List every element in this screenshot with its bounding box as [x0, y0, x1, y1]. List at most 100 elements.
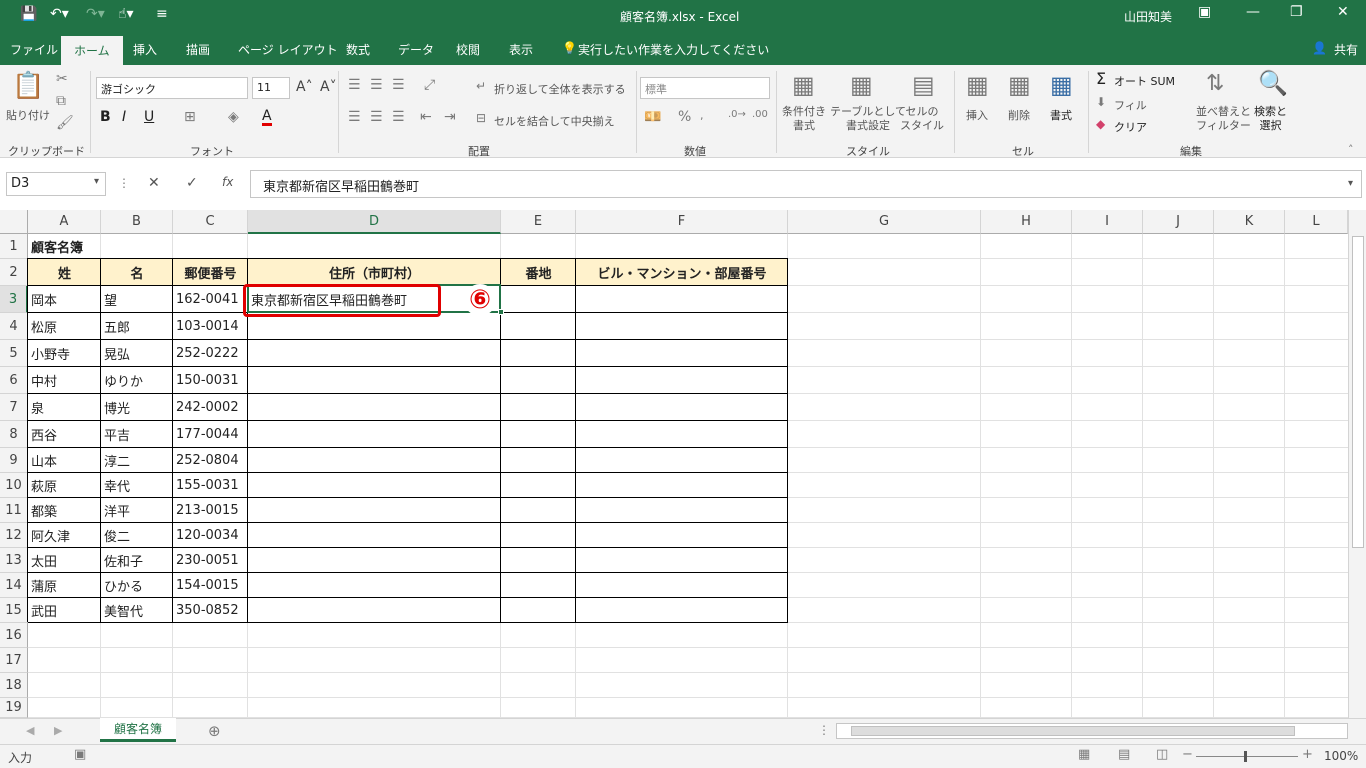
select-all-corner[interactable]	[0, 210, 28, 234]
table-cell[interactable]: 美智代	[101, 598, 173, 623]
table-cell[interactable]: 平吉	[101, 421, 173, 448]
sort-filter-icon[interactable]: ⇅	[1206, 71, 1224, 96]
table-cell[interactable]	[248, 523, 501, 548]
tab-formulas[interactable]: 数式	[346, 41, 370, 58]
name-box-dropdown-icon[interactable]: ▾	[94, 176, 99, 187]
clear-icon[interactable]: ◆	[1096, 117, 1105, 131]
formula-input[interactable]: 東京都新宿区早稲田鶴巻町	[250, 170, 1362, 198]
column-header-C[interactable]: C	[173, 210, 248, 234]
ribbon-display-icon[interactable]: ▣	[1198, 4, 1211, 20]
column-header-F[interactable]: F	[576, 210, 788, 234]
tab-draw[interactable]: 描画	[186, 41, 210, 58]
decrease-decimal-icon[interactable]: .00	[752, 109, 768, 120]
table-cell[interactable]	[576, 448, 788, 473]
fill-color-icon[interactable]: ◈	[228, 109, 239, 125]
accounting-icon[interactable]: 💴	[644, 109, 661, 125]
format-cells-button[interactable]: 書式	[1050, 107, 1072, 123]
table-header-cell[interactable]: ビル・マンション・部屋番号	[576, 259, 788, 286]
vertical-scroll-thumb[interactable]	[1352, 236, 1364, 548]
insert-cells-button[interactable]: 挿入	[966, 107, 988, 123]
tab-data[interactable]: データ	[398, 41, 434, 58]
tab-file[interactable]: ファイル	[10, 41, 58, 58]
table-cell[interactable]: 177-0044	[173, 421, 248, 448]
decrease-indent-icon[interactable]: ⇤	[420, 109, 432, 125]
merge-icon[interactable]: ⊟	[476, 111, 486, 125]
table-cell[interactable]: 252-0804	[173, 448, 248, 473]
normal-view-icon[interactable]: ▦	[1078, 747, 1090, 762]
row-header-5[interactable]: 5	[0, 340, 28, 367]
fill-button[interactable]: フィル	[1114, 97, 1147, 113]
table-header-cell[interactable]: 住所（市町村）	[248, 259, 501, 286]
format-table-button[interactable]: テーブルとして 書式設定	[830, 105, 906, 133]
cancel-icon[interactable]: ✕	[148, 175, 160, 191]
grow-font-icon[interactable]: A˄	[296, 79, 313, 95]
table-cell[interactable]: 蒲原	[28, 573, 101, 598]
cell-styles-icon[interactable]: ▤	[912, 71, 935, 99]
table-cell[interactable]: 150-0031	[173, 367, 248, 394]
sort-filter-button[interactable]: 並べ替えと フィルター	[1196, 105, 1251, 133]
table-header-cell[interactable]: 姓	[28, 259, 101, 286]
number-format-select[interactable]: 標準	[640, 77, 770, 99]
zoom-level[interactable]: 100%	[1324, 749, 1358, 763]
row-header-11[interactable]: 11	[0, 498, 28, 523]
orientation-icon[interactable]: ⤢	[424, 77, 435, 93]
table-cell[interactable]: 中村	[28, 367, 101, 394]
increase-decimal-icon[interactable]: .0→	[728, 109, 746, 120]
copy-icon[interactable]: ⧉	[56, 93, 66, 109]
sheet-title[interactable]: 顧客名簿	[28, 234, 178, 259]
percent-button[interactable]: %	[678, 109, 691, 125]
format-table-icon[interactable]: ▦	[850, 71, 873, 99]
conditional-format-button[interactable]: 条件付き 書式	[782, 105, 826, 133]
table-cell[interactable]: 五郎	[101, 313, 173, 340]
delete-cells-icon[interactable]: ▦	[1008, 71, 1031, 99]
close-icon[interactable]: ✕	[1337, 4, 1349, 20]
table-cell[interactable]: 淳二	[101, 448, 173, 473]
table-cell[interactable]	[501, 473, 576, 498]
table-cell[interactable]: 晃弘	[101, 340, 173, 367]
table-cell[interactable]: 154-0015	[173, 573, 248, 598]
touch-mode-icon[interactable]: ☝▾	[118, 6, 134, 22]
table-cell[interactable]: 小野寺	[28, 340, 101, 367]
table-cell[interactable]	[576, 421, 788, 448]
row-header-7[interactable]: 7	[0, 394, 28, 421]
table-cell[interactable]	[576, 473, 788, 498]
row-header-3[interactable]: 3	[0, 286, 28, 313]
align-top-icon[interactable]: ☰	[348, 77, 361, 93]
insert-function-button[interactable]: fx	[222, 175, 233, 189]
borders-icon[interactable]: ⊞	[184, 109, 196, 125]
table-cell[interactable]: 佐和子	[101, 548, 173, 573]
merge-center-button[interactable]: セルを結合して中央揃え	[494, 113, 615, 129]
table-cell[interactable]: 阿久津	[28, 523, 101, 548]
table-cell[interactable]	[576, 367, 788, 394]
table-cell[interactable]: 213-0015	[173, 498, 248, 523]
row-header-8[interactable]: 8	[0, 421, 28, 448]
table-cell[interactable]: 155-0031	[173, 473, 248, 498]
table-header-cell[interactable]: 郵便番号	[173, 259, 248, 286]
zoom-slider-thumb[interactable]	[1244, 751, 1247, 762]
table-cell[interactable]: 103-0014	[173, 313, 248, 340]
table-cell[interactable]	[248, 421, 501, 448]
table-cell[interactable]	[576, 548, 788, 573]
align-bottom-icon[interactable]: ☰	[392, 77, 405, 93]
tab-split-icon[interactable]: ⋮	[818, 723, 830, 737]
table-cell[interactable]: 幸代	[101, 473, 173, 498]
paste-icon[interactable]: 📋	[12, 71, 44, 101]
font-name-select[interactable]: 游ゴシック	[96, 77, 248, 99]
tab-home[interactable]: ホーム	[61, 36, 123, 65]
find-select-button[interactable]: 検索と 選択	[1254, 105, 1287, 133]
table-cell[interactable]: 350-0852	[173, 598, 248, 623]
table-cell[interactable]	[576, 573, 788, 598]
table-cell[interactable]: 洋平	[101, 498, 173, 523]
table-cell[interactable]	[248, 498, 501, 523]
fill-icon[interactable]: ⬇	[1096, 95, 1106, 109]
table-cell[interactable]	[501, 367, 576, 394]
conditional-format-icon[interactable]: ▦	[792, 71, 815, 99]
table-cell[interactable]: ゆりか	[101, 367, 173, 394]
table-cell[interactable]: 252-0222	[173, 340, 248, 367]
table-cell[interactable]	[576, 286, 788, 313]
column-header-B[interactable]: B	[101, 210, 173, 234]
next-sheet-icon[interactable]: ▶	[54, 724, 62, 737]
row-header-9[interactable]: 9	[0, 448, 28, 473]
row-header-13[interactable]: 13	[0, 548, 28, 573]
zoom-in-icon[interactable]: +	[1302, 747, 1313, 762]
